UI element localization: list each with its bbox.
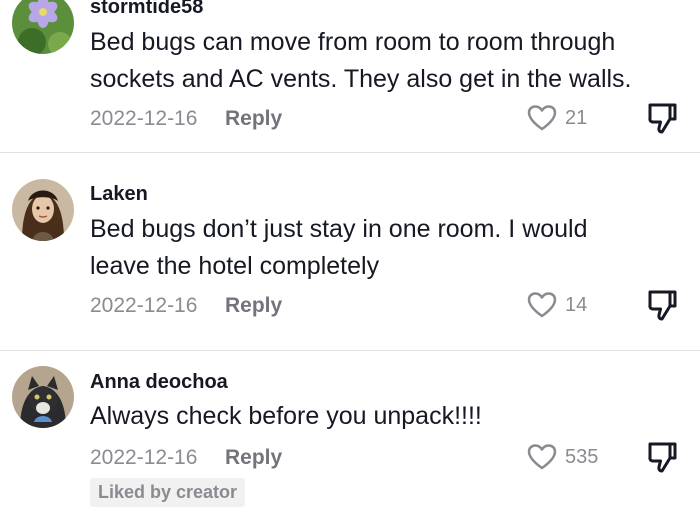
like-button[interactable]: 14 [527,291,587,319]
comment-date: 2022-12-16 [90,107,198,130]
avatar[interactable] [12,366,74,428]
liked-by-creator-badge: Liked by creator [90,478,246,507]
comment-item: stormtide58 Bed bugs can move from room … [0,0,700,152]
comment-text: Bed bugs can move from room to room thro… [90,28,632,93]
dislike-button[interactable] [646,440,678,474]
like-count: 21 [565,106,588,129]
thumbs-down-icon [648,103,677,134]
avatar[interactable] [12,0,74,54]
like-count: 535 [565,445,599,468]
comment-item: Anna deochoa Always check before you unp… [0,351,700,507]
comment-username[interactable]: stormtide58 [90,0,203,19]
like-count: 14 [565,293,588,316]
like-button[interactable]: 535 [527,443,598,471]
comment-username[interactable]: Anna deochoa [90,371,228,394]
comment-item: Laken Bed bugs don’t just stay in one ro… [0,153,700,350]
comment-text: Bed bugs don’t just stay in one room. I … [90,215,588,280]
comment-text: Always check before you unpack!!!! [90,402,482,430]
comment-date: 2022-12-16 [90,446,198,469]
heart-outline-icon [527,105,557,131]
dislike-button[interactable] [646,288,678,322]
dislike-button[interactable] [646,101,678,135]
avatar[interactable] [12,179,74,241]
like-button[interactable]: 21 [527,104,587,132]
reply-button[interactable]: Reply [225,294,282,318]
heart-outline-icon [527,292,557,318]
comment-username[interactable]: Laken [90,183,148,206]
comment-date: 2022-12-16 [90,294,198,317]
thumbs-down-icon [648,442,677,473]
reply-button[interactable]: Reply [225,446,282,470]
reply-button[interactable]: Reply [225,107,282,131]
heart-outline-icon [527,444,557,470]
thumbs-down-icon [648,290,677,321]
